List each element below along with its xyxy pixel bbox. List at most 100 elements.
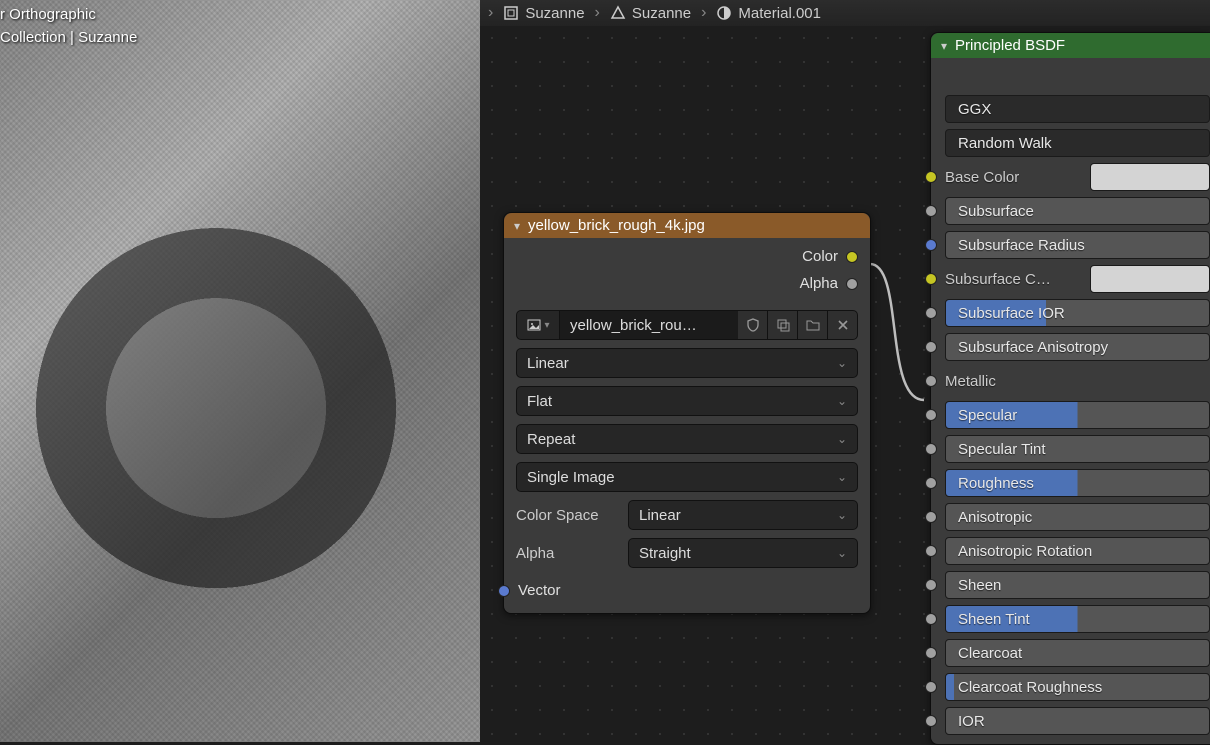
shader-node-editor[interactable]: yellow_brick_rough_4k.jpg Color Alpha ▾ …: [480, 26, 1210, 742]
colorspace-dropdown[interactable]: Linear ⌄: [628, 500, 858, 530]
specular-slider[interactable]: Specular: [945, 401, 1210, 429]
output-color-socket[interactable]: Color: [802, 248, 858, 265]
alpha-mode-dropdown[interactable]: Straight ⌄: [628, 538, 858, 568]
object-icon: [503, 5, 519, 21]
open-image-button[interactable]: [798, 310, 828, 340]
breadcrumb-material-label: Material.001: [738, 5, 821, 22]
colorspace-label: Color Space: [516, 507, 620, 524]
viewport-overlay: r Orthographic Collection | Suzanne: [0, 4, 137, 49]
breadcrumb-separator-icon: ›: [488, 4, 493, 22]
vector-socket-icon[interactable]: [498, 585, 510, 597]
unlink-image-button[interactable]: [828, 310, 858, 340]
subsurface-color-socket-icon[interactable]: [925, 273, 937, 285]
shield-icon: [745, 317, 761, 333]
metallic-label: Metallic: [945, 367, 1210, 395]
subsurface-radius-field[interactable]: Subsurface Radius: [945, 231, 1210, 259]
clearcoat-roughness-slider[interactable]: Clearcoat Roughness: [945, 673, 1210, 701]
sheen-tint-socket-icon[interactable]: [925, 613, 937, 625]
output-color-label: Color: [802, 248, 838, 265]
clearcoat-socket-icon[interactable]: [925, 647, 937, 659]
extension-dropdown[interactable]: Repeat ⌄: [516, 424, 858, 454]
alpha-mode-value: Straight: [639, 545, 691, 562]
output-alpha-socket[interactable]: Alpha: [800, 275, 858, 292]
collapse-toggle-icon[interactable]: [941, 37, 947, 54]
clearcoat-slider[interactable]: Clearcoat: [945, 639, 1210, 667]
subsurface-anisotropy-socket-icon[interactable]: [925, 341, 937, 353]
source-dropdown[interactable]: Single Image ⌄: [516, 462, 858, 492]
roughness-slider[interactable]: Roughness: [945, 469, 1210, 497]
chevron-down-icon: ⌄: [837, 508, 847, 522]
alpha-mode-label: Alpha: [516, 545, 620, 562]
metallic-socket-icon[interactable]: [925, 375, 937, 387]
specular-label: Specular: [958, 407, 1017, 424]
subsurface-ior-slider[interactable]: Subsurface IOR: [945, 299, 1210, 327]
image-texture-node-header[interactable]: yellow_brick_rough_4k.jpg: [504, 213, 870, 238]
image-icon: [526, 317, 542, 333]
new-image-button[interactable]: [768, 310, 798, 340]
ior-slider[interactable]: IOR: [945, 707, 1210, 735]
image-texture-node[interactable]: yellow_brick_rough_4k.jpg Color Alpha ▾ …: [503, 212, 871, 614]
chevron-down-icon: ⌄: [837, 470, 847, 484]
principled-bsdf-node-header[interactable]: Principled BSDF: [931, 33, 1210, 58]
breadcrumb-mesh-label: Suzanne: [632, 5, 691, 22]
colorspace-value: Linear: [639, 507, 681, 524]
anisotropic-rotation-slider[interactable]: Anisotropic Rotation: [945, 537, 1210, 565]
subsurface-anisotropy-label: Subsurface Anisotropy: [958, 339, 1108, 356]
breadcrumb-object[interactable]: Suzanne: [503, 5, 584, 22]
collapse-toggle-icon[interactable]: [514, 217, 520, 234]
image-name-field[interactable]: yellow_brick_rou…: [560, 310, 738, 340]
chevron-down-icon: ⌄: [837, 356, 847, 370]
clearcoat-roughness-label: Clearcoat Roughness: [958, 679, 1102, 696]
projection-value: Flat: [527, 393, 552, 410]
viewport-3d[interactable]: r Orthographic Collection | Suzanne: [0, 0, 480, 742]
image-browse-button[interactable]: ▾: [516, 310, 560, 340]
principled-bsdf-node[interactable]: Principled BSDF GGX Random Walk Base Col…: [930, 32, 1210, 745]
base-color-socket-icon[interactable]: [925, 171, 937, 183]
roughness-socket-icon[interactable]: [925, 477, 937, 489]
anisotropic-slider[interactable]: Anisotropic: [945, 503, 1210, 531]
subsurface-radius-socket-icon[interactable]: [925, 239, 937, 251]
sheen-tint-slider[interactable]: Sheen Tint: [945, 605, 1210, 633]
breadcrumb-mesh[interactable]: Suzanne: [610, 5, 691, 22]
clearcoat-roughness-socket-icon[interactable]: [925, 681, 937, 693]
subsurface-ior-socket-icon[interactable]: [925, 307, 937, 319]
breadcrumb-object-label: Suzanne: [525, 5, 584, 22]
fake-user-button[interactable]: [738, 310, 768, 340]
image-texture-node-title: yellow_brick_rough_4k.jpg: [528, 217, 705, 234]
subsurface-label: Subsurface: [958, 203, 1034, 220]
distribution-dropdown[interactable]: GGX: [945, 95, 1210, 123]
anisotropic-rotation-socket-icon[interactable]: [925, 545, 937, 557]
subsurface-socket-icon[interactable]: [925, 205, 937, 217]
interpolation-value: Linear: [527, 355, 569, 372]
output-alpha-label: Alpha: [800, 275, 838, 292]
sheen-socket-icon[interactable]: [925, 579, 937, 591]
specular-socket-icon[interactable]: [925, 409, 937, 421]
breadcrumb-separator-icon: ›: [701, 4, 706, 22]
chevron-down-icon: ⌄: [837, 546, 847, 560]
input-vector-label: Vector: [518, 582, 561, 599]
breadcrumb: › Suzanne › Suzanne › Material.001: [480, 0, 1210, 26]
subsurface-anisotropy-slider[interactable]: Subsurface Anisotropy: [945, 333, 1210, 361]
projection-dropdown[interactable]: Flat ⌄: [516, 386, 858, 416]
ior-label: IOR: [958, 713, 985, 730]
anisotropic-label: Anisotropic: [958, 509, 1032, 526]
specular-tint-label: Specular Tint: [958, 441, 1046, 458]
specular-tint-socket-icon[interactable]: [925, 443, 937, 455]
interpolation-dropdown[interactable]: Linear ⌄: [516, 348, 858, 378]
duplicate-icon: [775, 317, 791, 333]
specular-tint-slider[interactable]: Specular Tint: [945, 435, 1210, 463]
sheen-slider[interactable]: Sheen: [945, 571, 1210, 599]
ior-socket-icon[interactable]: [925, 715, 937, 727]
sheen-label: Sheen: [958, 577, 1001, 594]
subsurface-method-dropdown[interactable]: Random Walk: [945, 129, 1210, 157]
breadcrumb-material[interactable]: Material.001: [716, 5, 821, 22]
subsurface-color-swatch[interactable]: [1090, 265, 1210, 293]
base-color-swatch[interactable]: [1090, 163, 1210, 191]
image-datablock-selector: ▾ yellow_brick_rou…: [516, 310, 858, 340]
color-socket-icon[interactable]: [846, 251, 858, 263]
input-vector-socket[interactable]: Vector: [516, 582, 858, 599]
anisotropic-socket-icon[interactable]: [925, 511, 937, 523]
sheen-tint-label: Sheen Tint: [958, 611, 1030, 628]
alpha-socket-icon[interactable]: [846, 278, 858, 290]
subsurface-slider[interactable]: Subsurface: [945, 197, 1210, 225]
